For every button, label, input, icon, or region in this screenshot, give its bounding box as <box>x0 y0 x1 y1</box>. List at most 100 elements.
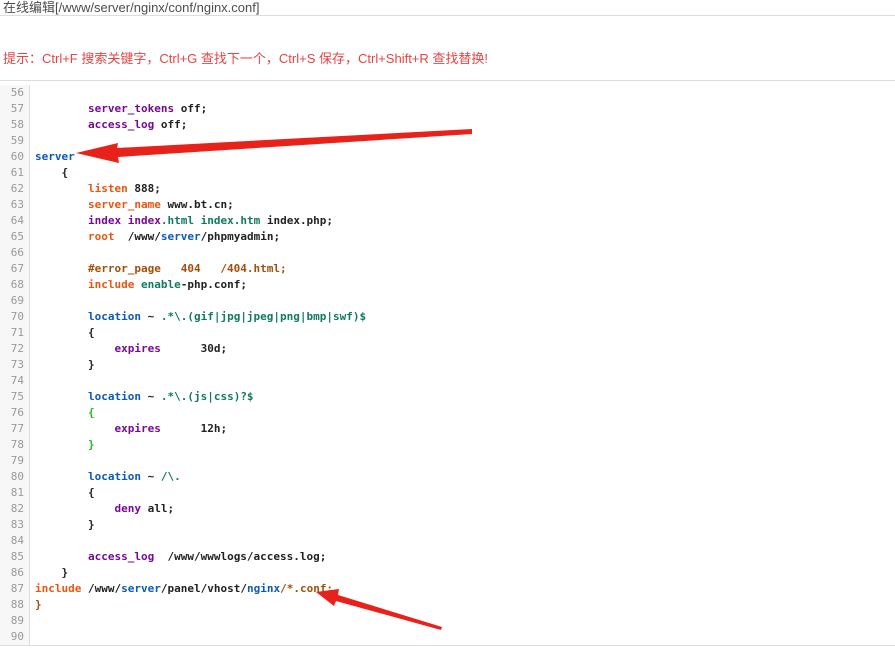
code-line-text[interactable]: server <box>30 149 895 165</box>
code-token-comment: #error_page 404 /404.html; <box>35 262 287 275</box>
code-line[interactable]: 70 location ~ .*\.(gif|jpg|jpeg|png|bmp|… <box>0 309 895 325</box>
code-line[interactable]: 62 listen 888; <box>0 181 895 197</box>
code-line-text[interactable]: expires 30d; <box>30 341 895 357</box>
code-token-match: { <box>35 406 95 419</box>
code-line[interactable]: 58 access_log off; <box>0 117 895 133</box>
code-line[interactable]: 61 { <box>0 165 895 181</box>
code-line-text[interactable]: { <box>30 165 895 181</box>
code-line[interactable]: 78 } <box>0 437 895 453</box>
code-line-text[interactable]: include /www/server/panel/vhost/nginx/*.… <box>30 581 895 597</box>
code-token-plain: { <box>35 326 95 339</box>
code-line[interactable]: 72 expires 30d; <box>0 341 895 357</box>
code-line[interactable]: 79 <box>0 453 895 469</box>
code-line[interactable]: 84 <box>0 533 895 549</box>
code-token-teal: .*\.(gif|jpg|jpeg|png|bmp|swf)$ <box>161 310 366 323</box>
code-token-keyword: expires <box>35 342 161 355</box>
code-line[interactable]: 67 #error_page 404 /404.html; <box>0 261 895 277</box>
code-line[interactable]: 63 server_name www.bt.cn; <box>0 197 895 213</box>
code-line-text[interactable]: } <box>30 357 895 373</box>
code-line-text[interactable]: access_log /www/wwwlogs/access.log; <box>30 549 895 565</box>
code-line-text[interactable]: expires 12h; <box>30 421 895 437</box>
code-line[interactable]: 73 } <box>0 357 895 373</box>
code-line-text[interactable]: { <box>30 405 895 421</box>
editor-lines[interactable]: 5657 server_tokens off;58 access_log off… <box>0 82 895 645</box>
code-line-text[interactable]: access_log off; <box>30 117 895 133</box>
code-line[interactable]: 56 <box>0 85 895 101</box>
line-number: 71 <box>0 325 30 341</box>
code-token-plain: all; <box>141 502 174 515</box>
code-line[interactable]: 65 root /www/server/phpmyadmin; <box>0 229 895 245</box>
code-line[interactable]: 74 <box>0 373 895 389</box>
code-token-keyword: deny <box>35 502 141 515</box>
code-line[interactable]: 60 server <box>0 149 895 165</box>
code-line-text[interactable]: { <box>30 325 895 341</box>
code-line-text[interactable]: location ~ .*\.(gif|jpg|jpeg|png|bmp|swf… <box>30 309 895 325</box>
code-line[interactable]: 88} <box>0 597 895 613</box>
code-token-keyword: index <box>128 214 161 227</box>
code-line[interactable]: 89 <box>0 613 895 629</box>
code-line[interactable]: 75 location ~ .*\.(js|css)?$ <box>0 389 895 405</box>
code-line[interactable]: 81 { <box>0 485 895 501</box>
code-line-text[interactable] <box>30 245 895 261</box>
code-line[interactable]: 80 location ~ /\. <box>0 469 895 485</box>
line-number: 60 <box>0 149 30 165</box>
code-line-text[interactable]: location ~ .*\.(js|css)?$ <box>30 389 895 405</box>
line-number: 90 <box>0 629 30 645</box>
code-token-keyword: access_log <box>35 118 154 131</box>
code-line[interactable]: 87include /www/server/panel/vhost/nginx/… <box>0 581 895 597</box>
code-line-text[interactable] <box>30 293 895 309</box>
code-line-text[interactable]: } <box>30 517 895 533</box>
code-line-text[interactable]: index index.html index.htm index.php; <box>30 213 895 229</box>
code-line-text[interactable] <box>30 453 895 469</box>
code-line[interactable]: 59 <box>0 133 895 149</box>
code-line-text[interactable] <box>30 533 895 549</box>
code-token-plain: } <box>35 518 95 531</box>
code-line[interactable]: 68 include enable-php.conf; <box>0 277 895 293</box>
code-line-text[interactable] <box>30 613 895 629</box>
code-line[interactable]: 66 <box>0 245 895 261</box>
code-line-text[interactable] <box>30 373 895 389</box>
code-line[interactable]: 64 index index.html index.htm index.php; <box>0 213 895 229</box>
code-token-blue: location <box>35 470 141 483</box>
code-token-plain: /www/wwwlogs/access.log; <box>154 550 326 563</box>
code-line-text[interactable] <box>30 133 895 149</box>
code-line-text[interactable]: } <box>30 597 895 613</box>
line-number: 65 <box>0 229 30 245</box>
code-line[interactable]: 90 <box>0 629 895 645</box>
code-editor[interactable]: 5657 server_tokens off;58 access_log off… <box>0 80 895 646</box>
code-token-directive: include <box>35 278 134 291</box>
code-line-text[interactable]: { <box>30 485 895 501</box>
code-line[interactable]: 85 access_log /www/wwwlogs/access.log; <box>0 549 895 565</box>
code-line[interactable]: 69 <box>0 293 895 309</box>
code-line[interactable]: 76 { <box>0 405 895 421</box>
code-line-text[interactable]: #error_page 404 /404.html; <box>30 261 895 277</box>
code-token-plain: /www/ <box>81 582 121 595</box>
line-number: 64 <box>0 213 30 229</box>
line-number: 76 <box>0 405 30 421</box>
code-line[interactable]: 77 expires 12h; <box>0 421 895 437</box>
code-line-text[interactable]: } <box>30 437 895 453</box>
line-number: 62 <box>0 181 30 197</box>
code-line[interactable]: 82 deny all; <box>0 501 895 517</box>
code-line-text[interactable]: server_name www.bt.cn; <box>30 197 895 213</box>
code-line-text[interactable]: include enable-php.conf; <box>30 277 895 293</box>
code-token-directive: root <box>35 230 114 243</box>
code-line-text[interactable]: listen 888; <box>30 181 895 197</box>
code-line[interactable]: 57 server_tokens off; <box>0 101 895 117</box>
code-line-text[interactable]: server_tokens off; <box>30 101 895 117</box>
code-line-text[interactable]: root /www/server/phpmyadmin; <box>30 229 895 245</box>
code-token-blue: server <box>35 150 75 163</box>
line-number: 68 <box>0 277 30 293</box>
code-line[interactable]: 71 { <box>0 325 895 341</box>
code-line[interactable]: 83 } <box>0 517 895 533</box>
code-token-match: } <box>35 438 95 451</box>
code-line[interactable]: 86 } <box>0 565 895 581</box>
code-token-plain: { <box>35 486 95 499</box>
code-line-text[interactable] <box>30 85 895 101</box>
code-line-text[interactable] <box>30 629 895 645</box>
code-line-text[interactable]: location ~ /\. <box>30 469 895 485</box>
line-number: 57 <box>0 101 30 117</box>
code-line-text[interactable]: } <box>30 565 895 581</box>
code-line-text[interactable]: deny all; <box>30 501 895 517</box>
line-number: 75 <box>0 389 30 405</box>
